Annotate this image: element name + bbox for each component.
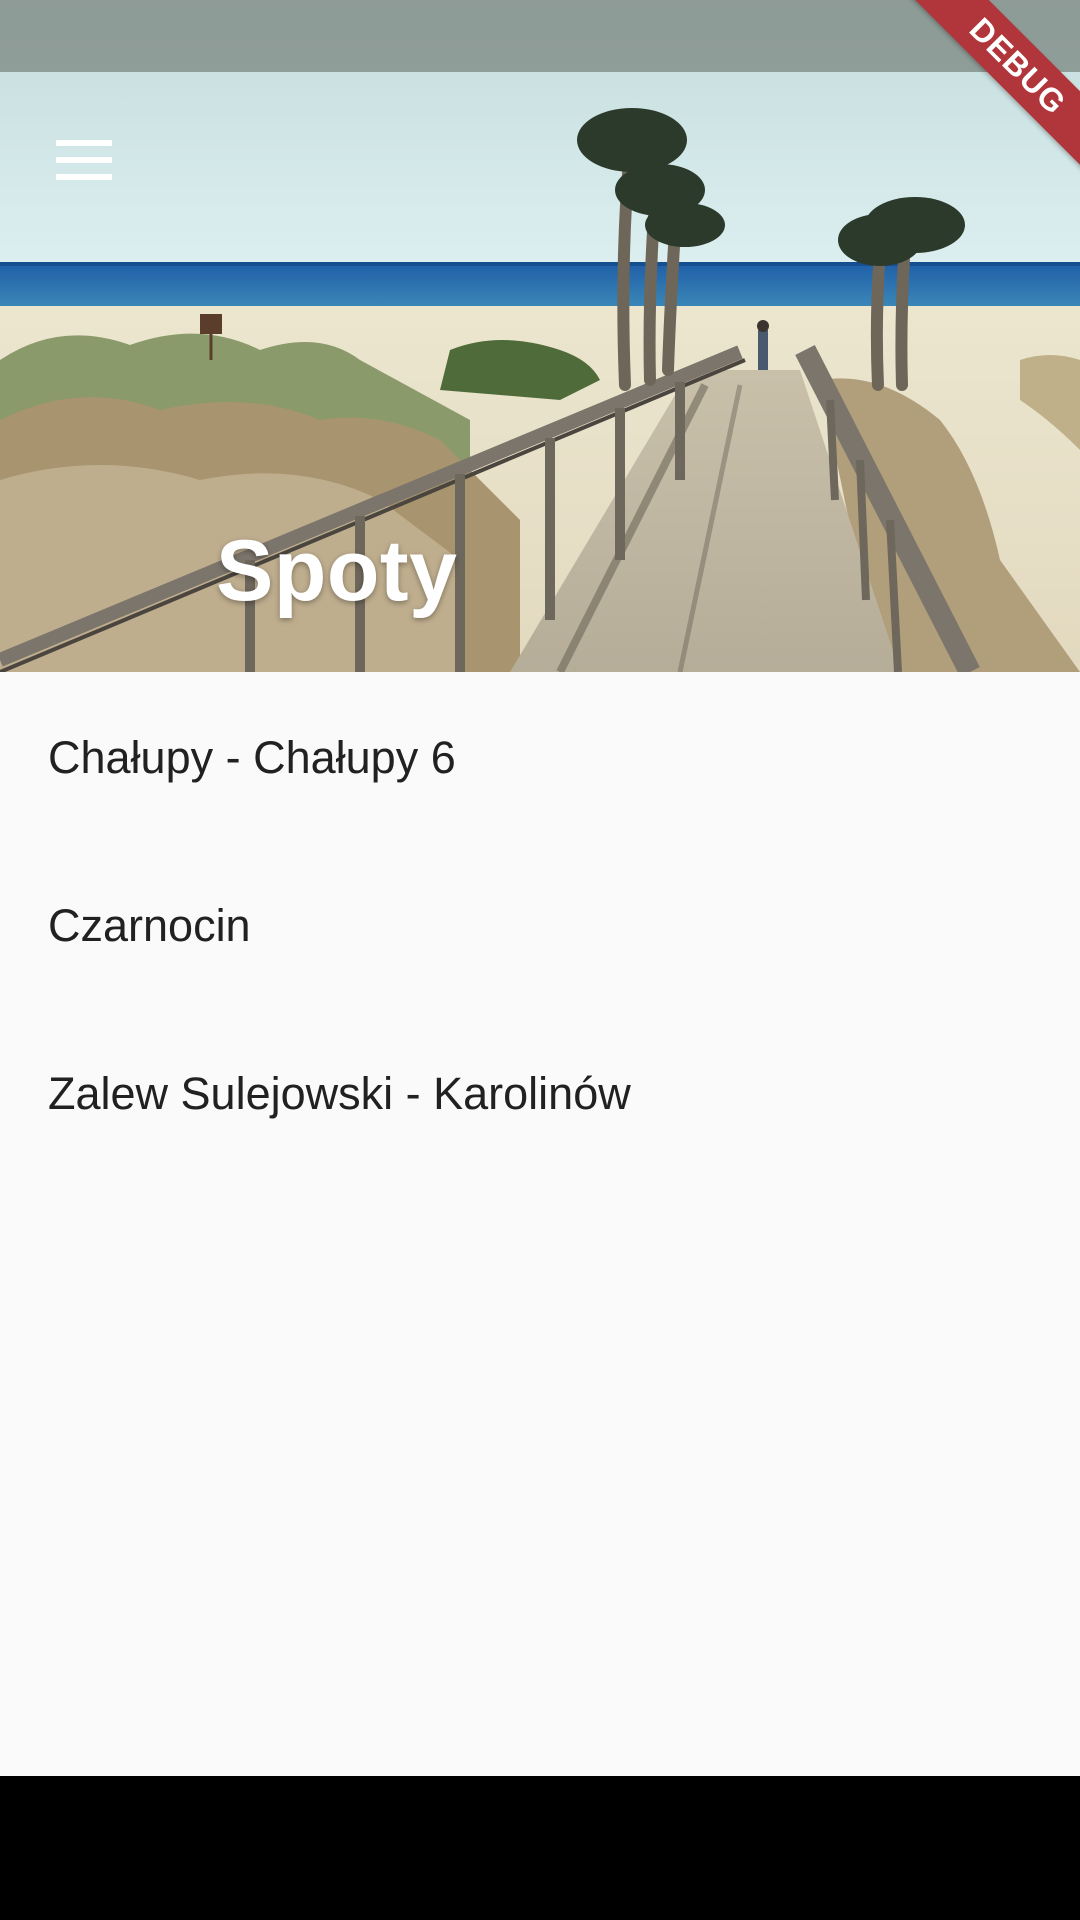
menu-button[interactable] xyxy=(40,116,128,204)
navigation-bar xyxy=(0,1776,1080,1920)
list-item-spot[interactable]: Chałupy - Chałupy 6 xyxy=(0,672,1080,840)
spot-list: Chałupy - Chałupy 6 Czarnocin Zalew Sule… xyxy=(0,672,1080,1176)
header-background-image xyxy=(0,0,1080,672)
status-bar xyxy=(0,0,1080,72)
menu-icon xyxy=(56,140,112,180)
list-item-spot[interactable]: Zalew Sulejowski - Karolinów xyxy=(0,1008,1080,1176)
list-item-spot[interactable]: Czarnocin xyxy=(0,840,1080,1008)
app-bar-header: Spoty xyxy=(0,0,1080,672)
page-title: Spoty xyxy=(216,523,458,619)
